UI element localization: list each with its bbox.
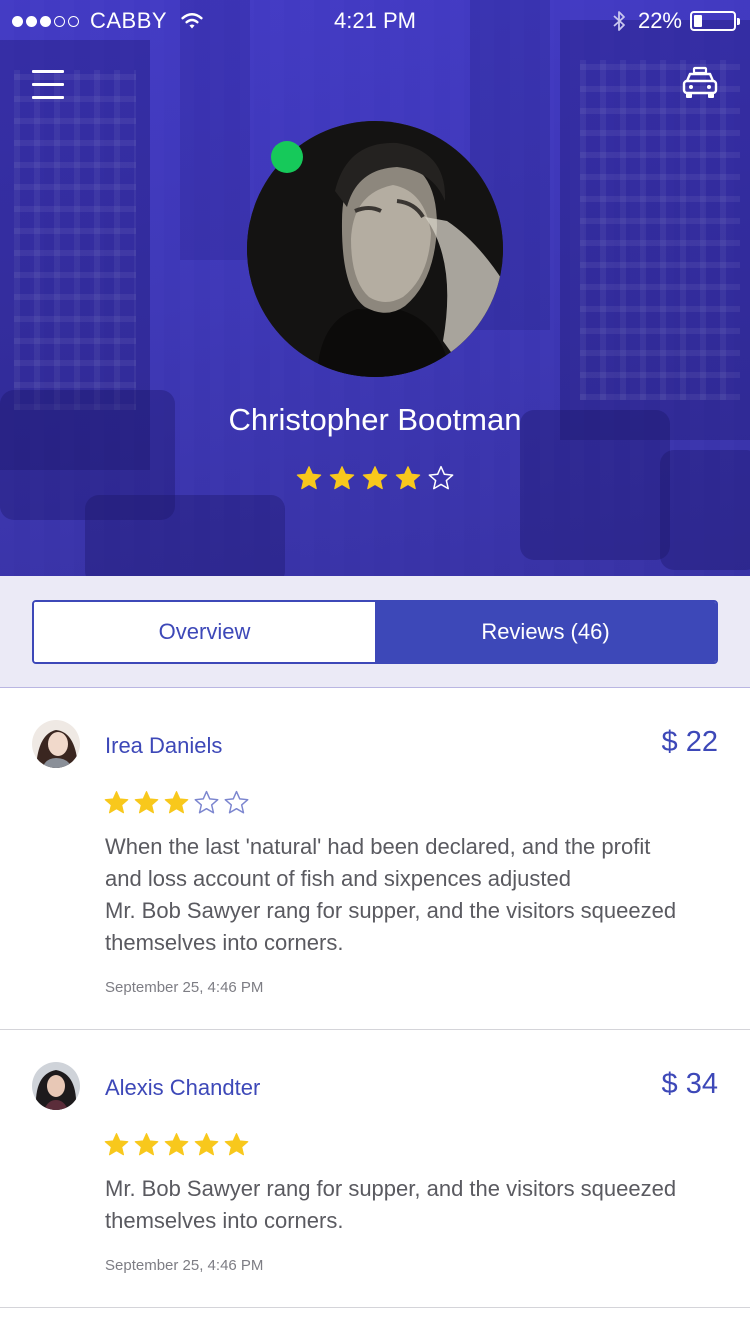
driver-name: Christopher Bootman [228, 402, 522, 437]
reviewer-avatar-image [32, 1062, 80, 1110]
review-rating [103, 1131, 253, 1158]
background-building [560, 20, 750, 440]
bluetooth-icon [613, 11, 625, 31]
driver-rating [0, 464, 750, 492]
tab-overview[interactable]: Overview [34, 602, 375, 662]
battery-percentage: 22% [637, 8, 682, 33]
review-text: When the last 'natural' had been declare… [105, 834, 677, 955]
star-filled-icon [194, 1133, 219, 1156]
star-filled-icon [362, 466, 388, 490]
tabs-bar: Overview Reviews (46) [0, 576, 750, 688]
profile-header: CABBY 4:21 PM 22% Christopher Bootman [0, 0, 750, 576]
review-item: Irea Daniels $ 22 When the last 'natural… [0, 688, 750, 1030]
star-filled-icon [134, 791, 159, 814]
review-rating [103, 789, 253, 816]
star-filled-icon [395, 466, 421, 490]
review-date: September 25, 4:46 PM [105, 979, 264, 996]
reviewer-name[interactable]: Irea Daniels [105, 733, 222, 759]
star-filled-icon [164, 1133, 189, 1156]
star-empty-icon [224, 790, 249, 814]
reviewer-avatar-image [32, 720, 80, 768]
taxi-icon[interactable] [682, 66, 718, 100]
star-filled-icon [134, 1133, 159, 1156]
star-empty-icon [194, 790, 219, 814]
battery-icon [690, 11, 740, 31]
review-date: September 25, 4:46 PM [105, 1257, 264, 1274]
star-filled-icon [296, 466, 322, 490]
reviewer-avatar[interactable] [32, 720, 80, 768]
hamburger-menu-icon[interactable] [32, 70, 64, 100]
review-text: Mr. Bob Sawyer rang for supper, and the … [105, 1176, 677, 1233]
star-filled-icon [104, 791, 129, 814]
star-filled-icon [224, 1133, 249, 1156]
reviewer-avatar[interactable] [32, 1062, 80, 1110]
driver-avatar-container [247, 121, 503, 377]
status-bar: CABBY 4:21 PM 22% [0, 0, 750, 40]
battery-level [694, 15, 703, 27]
segmented-tabs: Overview Reviews (46) [32, 600, 718, 664]
background-car [85, 495, 285, 576]
review-item: Alexis Chandter $ 34 Mr. Bob Sawyer rang… [0, 1030, 750, 1308]
star-filled-icon [329, 466, 355, 490]
tab-reviews[interactable]: Reviews (46) [375, 602, 716, 662]
online-status-indicator [271, 141, 303, 173]
status-bar-right: 22% [612, 8, 740, 34]
star-filled-icon [164, 791, 189, 814]
trip-price: $ 22 [661, 726, 718, 758]
star-empty-icon [428, 465, 454, 490]
reviewer-name[interactable]: Alexis Chandter [105, 1075, 260, 1101]
star-filled-icon [104, 1133, 129, 1156]
trip-price: $ 34 [661, 1068, 718, 1100]
